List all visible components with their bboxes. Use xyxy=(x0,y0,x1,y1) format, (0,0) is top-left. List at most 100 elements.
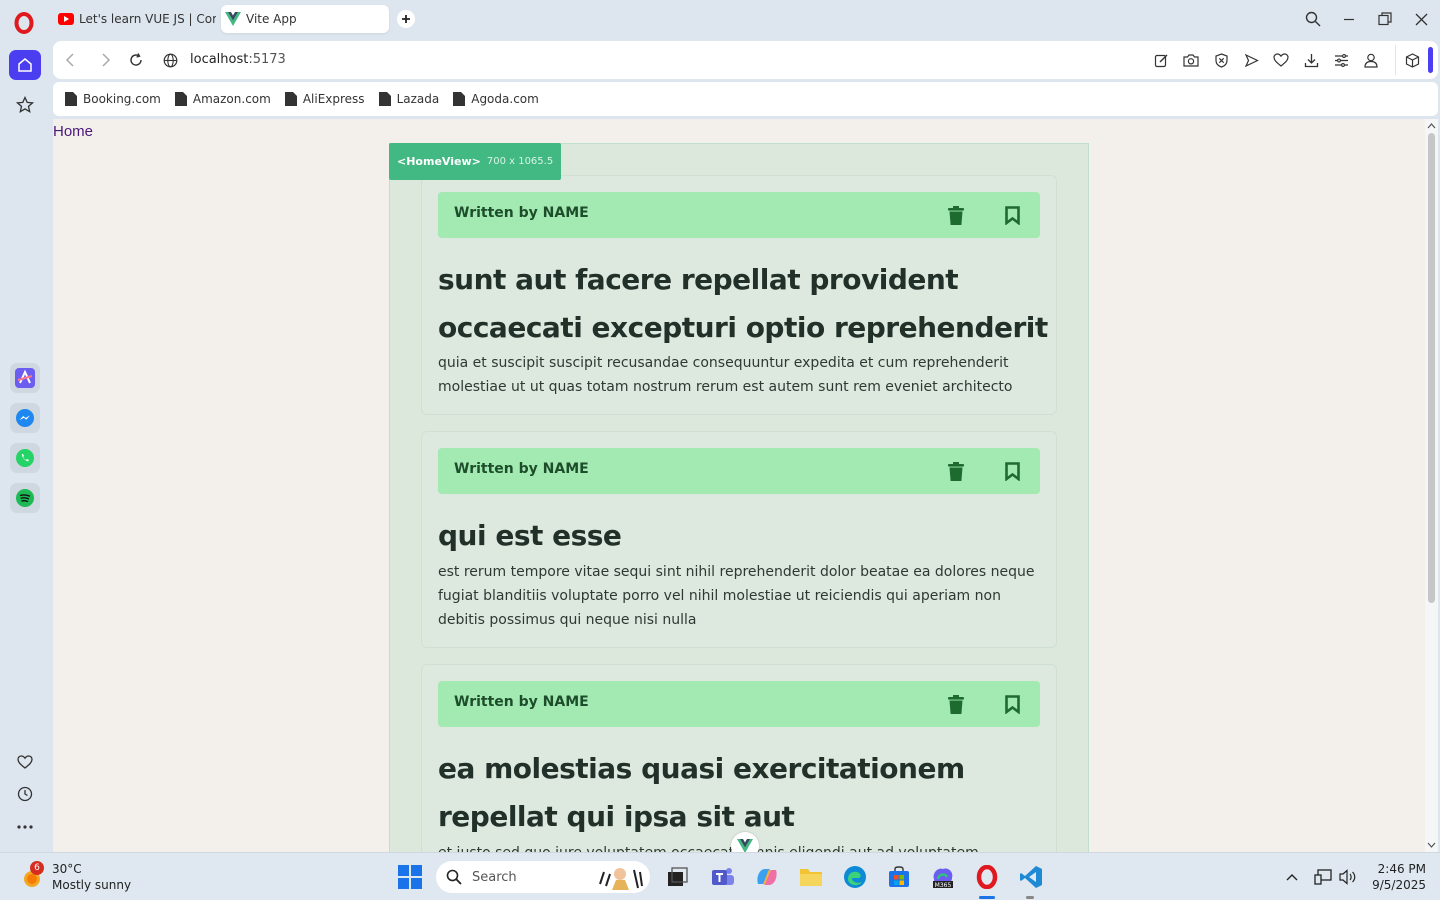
bookmark-agoda[interactable]: Agoda.com xyxy=(453,92,539,106)
m365-icon[interactable]: M365 xyxy=(929,863,957,891)
edit-page-icon[interactable] xyxy=(1152,51,1170,69)
page-viewport: Home Written by NAME sunt aut facere rep… xyxy=(53,119,1425,852)
trash-icon[interactable] xyxy=(946,205,966,225)
post-card: Written by NAME qui est esse est rerum t… xyxy=(421,431,1057,648)
sidebar-panel-indicator xyxy=(1428,47,1433,73)
opera-sidebar xyxy=(0,38,50,852)
trash-icon[interactable] xyxy=(946,694,966,714)
scroll-thumb[interactable] xyxy=(1428,133,1435,603)
bookmark-amazon[interactable]: Amazon.com xyxy=(174,92,271,106)
history-clock-icon[interactable] xyxy=(10,779,40,809)
tab-label: Let's learn VUE JS | Compo xyxy=(79,12,216,26)
opera-logo-icon[interactable] xyxy=(14,12,34,34)
search-tabs-icon[interactable] xyxy=(1304,10,1322,28)
downloads-icon[interactable] xyxy=(1302,51,1320,69)
url-port: :5173 xyxy=(248,52,286,67)
bookmark-page-icon xyxy=(284,92,297,106)
windows-taskbar: 6 30°C Mostly sunny Search M365 2:46 PM … xyxy=(0,852,1440,900)
bookmarks-bar: Booking.com Amazon.com AliExpress Lazada… xyxy=(53,82,1438,116)
spotify-icon[interactable] xyxy=(10,483,40,513)
scroll-down-arrow-icon[interactable] xyxy=(1427,840,1436,849)
close-window-button[interactable] xyxy=(1412,10,1430,28)
weather-widget[interactable]: 6 30°C Mostly sunny xyxy=(20,861,131,893)
post-author: Written by NAME xyxy=(454,694,589,710)
tab-vite-app[interactable]: Vite App xyxy=(221,5,389,33)
bookmark-booking[interactable]: Booking.com xyxy=(65,92,161,106)
post-card-header: Written by NAME xyxy=(438,192,1040,238)
vue-devtools-toggle-icon[interactable] xyxy=(731,832,759,852)
extensions-cube-icon[interactable] xyxy=(1395,45,1429,75)
edge-browser-icon[interactable] xyxy=(841,863,869,891)
post-card: Written by NAME ea molestias quasi exerc… xyxy=(421,664,1057,852)
bookmark-icon[interactable] xyxy=(1002,694,1022,714)
post-body: quia et suscipit suscipit recusandae con… xyxy=(438,355,1013,395)
profile-icon[interactable] xyxy=(1362,51,1380,69)
volume-icon[interactable] xyxy=(1338,867,1358,887)
more-options-icon[interactable] xyxy=(10,812,40,842)
opera-active-indicator xyxy=(979,896,995,899)
search-highlight-illustration-icon xyxy=(599,868,643,890)
clock-time: 2:46 PM xyxy=(1377,862,1426,876)
vue-devtools-component-tag: <HomeView> 700 x 1065.5 xyxy=(389,143,562,180)
file-explorer-icon[interactable] xyxy=(797,863,825,891)
sidebar-favorites-heart-icon[interactable] xyxy=(10,747,40,777)
aria-ai-icon[interactable] xyxy=(10,363,40,393)
restore-window-button[interactable] xyxy=(1376,10,1394,28)
opera-taskbar-icon[interactable] xyxy=(973,863,1001,891)
bookmark-page-icon xyxy=(378,92,391,106)
vue-icon xyxy=(225,11,241,27)
weather-alert-badge: 6 xyxy=(30,861,44,875)
bookmark-icon[interactable] xyxy=(1002,205,1022,225)
reload-button[interactable] xyxy=(127,51,145,69)
back-button[interactable] xyxy=(61,51,79,69)
page-scrollbar[interactable] xyxy=(1425,119,1438,852)
bookmark-icon[interactable] xyxy=(1002,461,1022,481)
tab-vue-tutorial[interactable]: Let's learn VUE JS | Compo xyxy=(54,5,216,33)
messenger-icon[interactable] xyxy=(10,403,40,433)
heart-favorites-icon[interactable] xyxy=(1272,51,1290,69)
task-view-icon[interactable] xyxy=(664,863,692,891)
nav-home-link[interactable]: Home xyxy=(53,123,93,140)
network-icon[interactable] xyxy=(1313,867,1333,887)
minimize-window-button[interactable] xyxy=(1340,10,1358,28)
home-icon[interactable] xyxy=(9,50,41,80)
whatsapp-icon[interactable] xyxy=(10,443,40,473)
youtube-icon xyxy=(58,11,74,27)
adblock-shield-icon[interactable] xyxy=(1212,51,1230,69)
weather-condition: Mostly sunny xyxy=(52,878,132,892)
microsoft-store-icon[interactable] xyxy=(885,863,913,891)
vscode-icon[interactable] xyxy=(1017,863,1045,891)
post-card-header: Written by NAME xyxy=(438,681,1040,727)
snapshot-camera-icon[interactable] xyxy=(1182,51,1200,69)
post-title: qui est esse xyxy=(438,519,622,552)
bookmark-aliexpress[interactable]: AliExpress xyxy=(284,92,365,106)
weather-temp: 30°C xyxy=(52,862,82,876)
bookmark-lazada[interactable]: Lazada xyxy=(378,92,439,106)
post-body: est rerum tempore vitae sequi sint nihil… xyxy=(438,564,1035,628)
windows-start-icon[interactable] xyxy=(396,863,424,891)
easy-setup-icon[interactable] xyxy=(1332,51,1350,69)
teams-icon[interactable] xyxy=(709,863,737,891)
post-author: Written by NAME xyxy=(454,205,589,221)
bookmark-page-icon xyxy=(174,92,187,106)
forward-button[interactable] xyxy=(97,51,115,69)
search-placeholder: Search xyxy=(472,869,517,885)
post-author: Written by NAME xyxy=(454,461,589,477)
taskbar-clock[interactable]: 2:46 PM 9/5/2025 xyxy=(1370,861,1426,893)
show-hidden-icons-chevron-icon[interactable] xyxy=(1282,867,1302,887)
taskbar-search[interactable]: Search xyxy=(436,861,650,893)
vscode-running-indicator xyxy=(1026,896,1034,899)
tab-label: Vite App xyxy=(246,12,297,26)
send-flow-icon[interactable] xyxy=(1242,51,1260,69)
speed-dial-star-icon[interactable] xyxy=(10,90,40,120)
url-field[interactable]: localhost:5173 xyxy=(190,52,286,67)
scroll-up-arrow-icon[interactable] xyxy=(1427,121,1436,130)
search-icon xyxy=(446,869,462,885)
post-card-header: Written by NAME xyxy=(438,448,1040,494)
site-info-globe-icon[interactable] xyxy=(161,51,179,69)
copilot-icon[interactable] xyxy=(753,863,781,891)
component-name: <HomeView> xyxy=(397,155,481,168)
new-tab-button[interactable] xyxy=(397,10,415,28)
trash-icon[interactable] xyxy=(946,461,966,481)
address-bar: localhost:5173 xyxy=(53,41,1438,79)
